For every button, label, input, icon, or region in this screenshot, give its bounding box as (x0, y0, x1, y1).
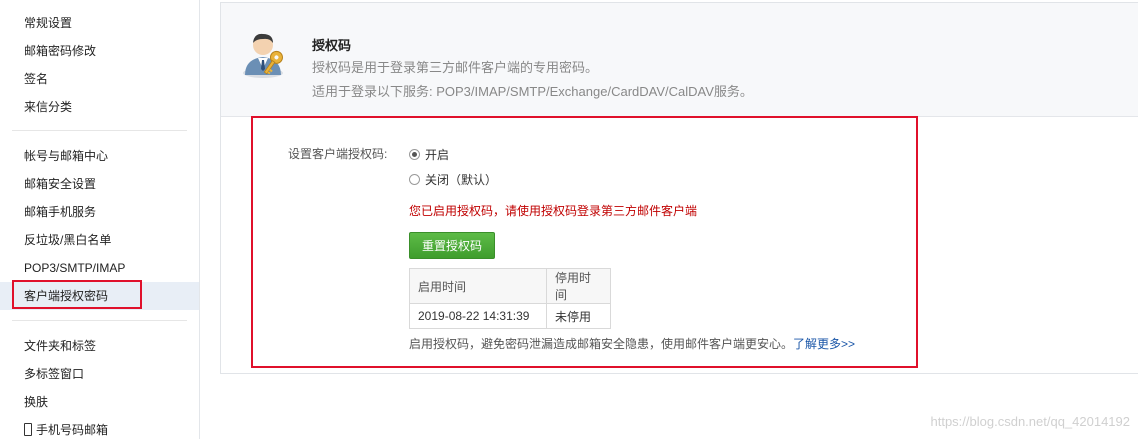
phone-icon (24, 423, 32, 436)
sidebar-item-filter[interactable]: 来信分类 (12, 93, 199, 121)
watermark: https://blog.csdn.net/qq_42014192 (930, 414, 1131, 429)
radio-checked-icon (409, 149, 420, 160)
sidebar-item-account[interactable]: 帐号与邮箱中心 (12, 142, 199, 170)
user-key-icon (243, 33, 283, 78)
end-time-cell: 未停用 (546, 303, 611, 329)
reset-auth-code-button[interactable]: 重置授权码 (409, 232, 495, 259)
sidebar-item-general[interactable]: 常规设置 (12, 9, 199, 37)
sidebar-item-client-auth[interactable]: 客户端授权密码 (0, 282, 199, 310)
sidebar-item-spam[interactable]: 反垃圾/黑白名单 (12, 226, 199, 254)
sidebar-item-phone-mail[interactable]: 手机号码邮箱 (12, 416, 199, 439)
sidebar-item-pop3[interactable]: POP3/SMTP/IMAP (12, 254, 199, 282)
sidebar-item-label: 手机号码邮箱 (36, 423, 109, 437)
panel-header: 授权码 授权码是用于登录第三方邮件客户端的专用密码。 适用于登录以下服务: PO… (221, 3, 1138, 117)
supported-services: 适用于登录以下服务: POP3/IMAP/SMTP/Exchange/CardD… (312, 84, 753, 99)
sidebar-item-signature[interactable]: 签名 (12, 65, 199, 93)
sidebar-divider (12, 130, 187, 131)
security-note-text: 启用授权码，避免密码泄漏造成邮箱安全隐患，使用邮件客户端更安心。 (409, 337, 794, 351)
column-header-start: 启用时间 (409, 268, 547, 304)
table-row: 2019-08-22 14:31:39 未停用 (409, 303, 611, 329)
auth-history-table: 启用时间 停用时间 2019-08-22 14:31:39 未停用 (409, 268, 611, 329)
auth-code-panel: 授权码 授权码是用于登录第三方邮件客户端的专用密码。 适用于登录以下服务: PO… (220, 2, 1138, 374)
radio-enable[interactable]: 开启 (409, 146, 449, 163)
page-title: 授权码 (312, 38, 352, 53)
sidebar-item-security[interactable]: 邮箱安全设置 (12, 170, 199, 198)
start-time-cell: 2019-08-22 14:31:39 (409, 303, 547, 329)
radio-disable[interactable]: 关闭（默认） (409, 171, 497, 188)
learn-more-link[interactable]: 了解更多>> (793, 337, 855, 351)
settings-sidebar: 常规设置 邮箱密码修改 签名 来信分类 帐号与邮箱中心 邮箱安全设置 邮箱手机服… (0, 0, 200, 439)
radio-enable-label: 开启 (425, 148, 450, 162)
page-description: 授权码是用于登录第三方邮件客户端的专用密码。 (312, 60, 599, 75)
sidebar-item-tabs[interactable]: 多标签窗口 (12, 360, 199, 388)
radio-disable-label: 关闭（默认） (425, 173, 498, 187)
sidebar-item-password[interactable]: 邮箱密码修改 (12, 37, 199, 65)
table-header-row: 启用时间 停用时间 (409, 268, 611, 304)
sidebar-item-folders[interactable]: 文件夹和标签 (12, 332, 199, 360)
column-header-end: 停用时间 (546, 268, 611, 304)
sidebar-item-mobile[interactable]: 邮箱手机服务 (12, 198, 199, 226)
sidebar-item-skin[interactable]: 换肤 (12, 388, 199, 416)
status-message: 您已启用授权码，请使用授权码登录第三方邮件客户端 (409, 204, 698, 218)
security-note: 启用授权码，避免密码泄漏造成邮箱安全隐患，使用邮件客户端更安心。了解更多>> (409, 335, 855, 352)
auth-setting-label: 设置客户端授权码: (288, 147, 388, 161)
radio-unchecked-icon (409, 174, 420, 185)
sidebar-divider (12, 320, 187, 321)
